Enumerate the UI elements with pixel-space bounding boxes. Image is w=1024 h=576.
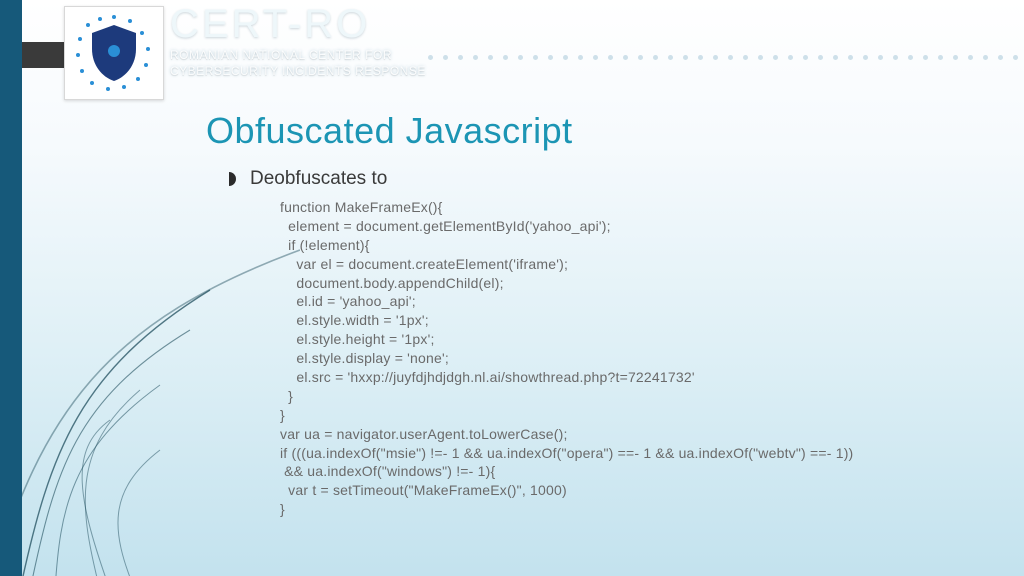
bullet-row: Deobfuscates to	[222, 168, 387, 190]
code-block: function MakeFrameEx(){ element = docume…	[280, 198, 960, 519]
bullet-icon	[222, 172, 236, 186]
decorative-wisp	[0, 150, 300, 576]
logo-text-block: CERT-RO ROMANIAN NATIONAL CENTER FOR CYB…	[170, 2, 426, 79]
slide-title: Obfuscated Javascript	[206, 110, 573, 152]
logo-subtitle-line1: ROMANIAN NATIONAL CENTER FOR	[170, 47, 426, 63]
cert-ro-logo-icon	[74, 13, 154, 93]
decorative-dots-strip	[384, 46, 1024, 68]
logo-title: CERT-RO	[170, 2, 426, 47]
slide: CERT-RO ROMANIAN NATIONAL CENTER FOR CYB…	[0, 0, 1024, 576]
left-accent-bar	[0, 0, 22, 576]
logo-box	[64, 6, 164, 100]
bullet-text: Deobfuscates to	[250, 168, 387, 190]
left-bar-tab	[22, 42, 64, 68]
logo-subtitle-line2: CYBERSECURITY INCIDENTS RESPONSE	[170, 63, 426, 79]
